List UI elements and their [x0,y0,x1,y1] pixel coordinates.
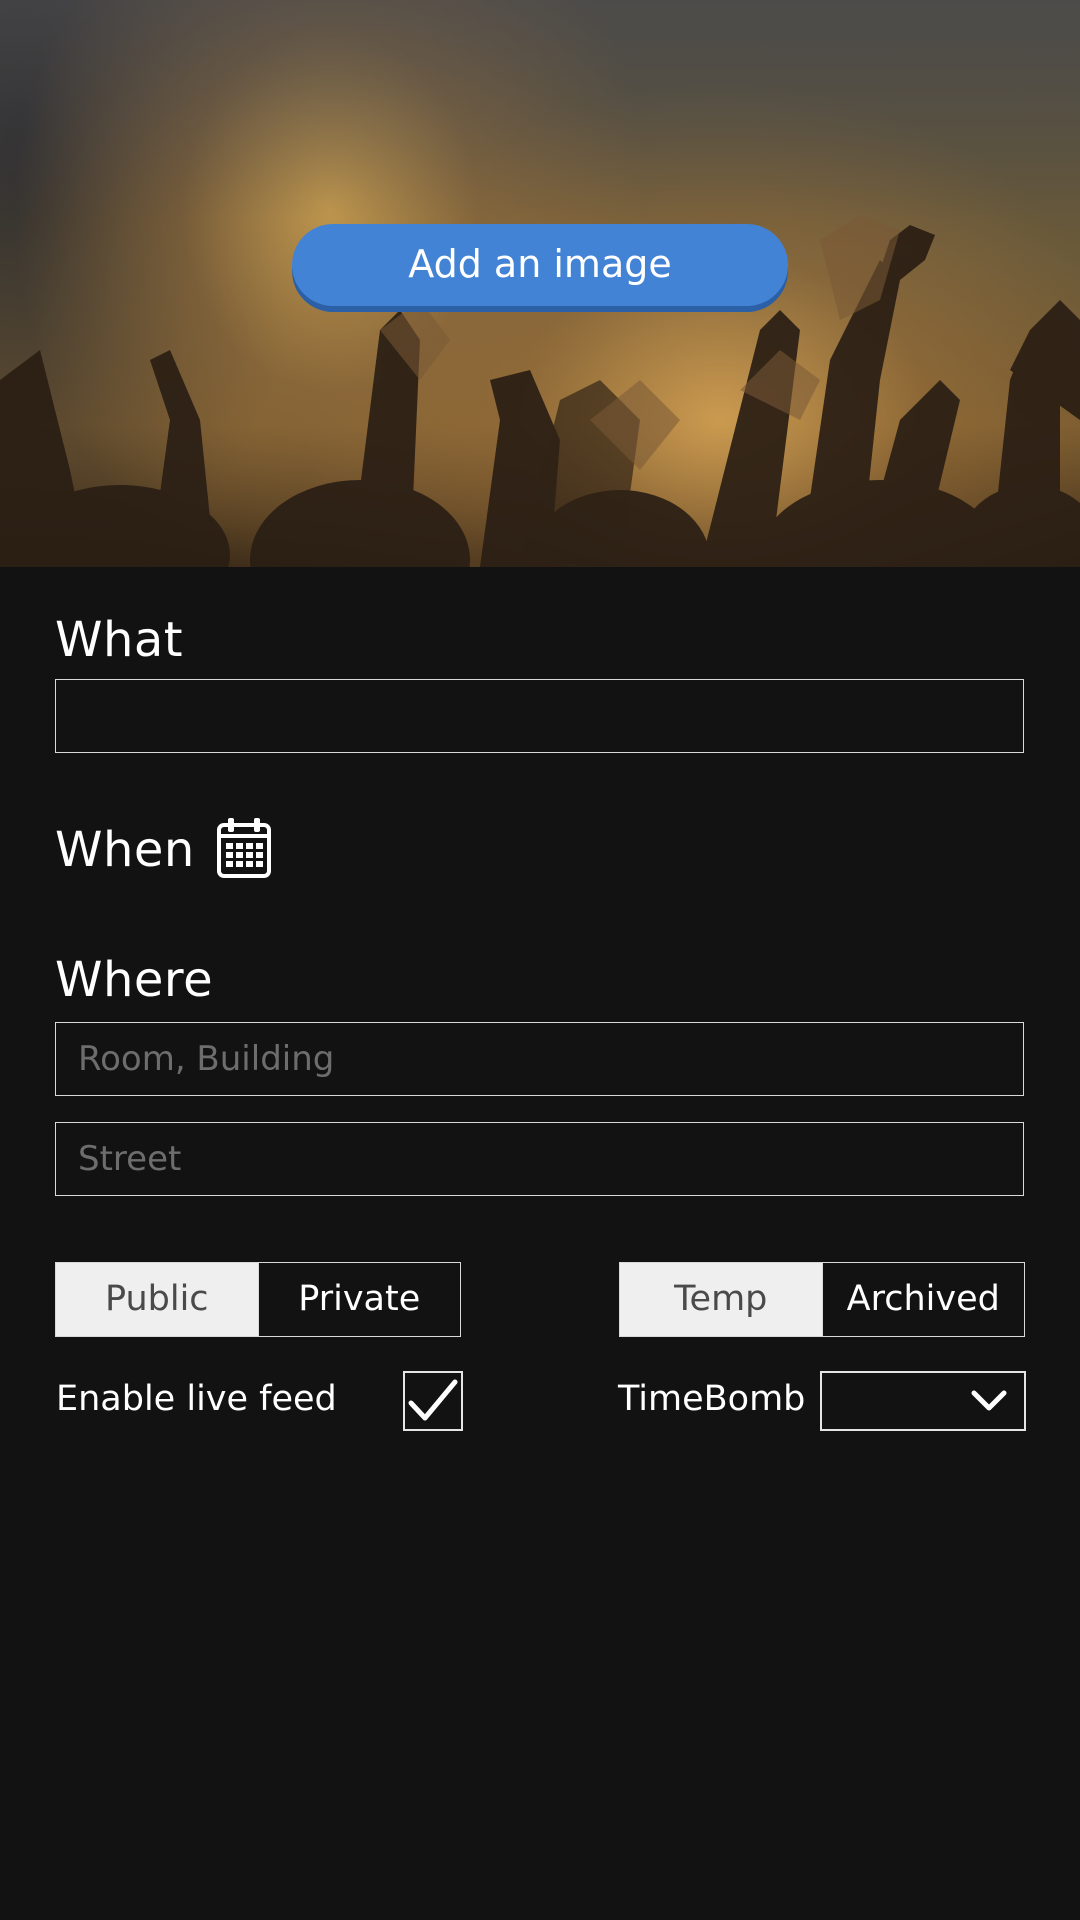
screen: Add an image What When Where Public [0,0,1080,1920]
visibility-toggle: Public Private [55,1262,461,1337]
timebomb-select[interactable] [820,1371,1026,1431]
street-input[interactable] [55,1122,1024,1196]
live-feed-label: Enable live feed [56,1379,337,1419]
checkmark-icon [408,1379,458,1421]
temp-option[interactable]: Temp [620,1263,822,1336]
chevron-down-icon [971,1390,1007,1411]
what-label: What [55,612,184,668]
where-label: Where [55,952,214,1008]
private-option[interactable]: Private [257,1263,460,1336]
add-image-button[interactable]: Add an image [292,224,788,306]
calendar-icon[interactable] [216,816,272,880]
lifetime-toggle: Temp Archived [619,1262,1025,1337]
when-label: When [55,822,195,878]
live-feed-checkbox[interactable] [403,1371,463,1431]
room-building-input[interactable] [55,1022,1024,1096]
archived-option[interactable]: Archived [821,1263,1024,1336]
hero-image: Add an image [0,0,1080,567]
what-input[interactable] [55,679,1024,753]
public-option[interactable]: Public [56,1263,258,1336]
timebomb-label: TimeBomb [618,1379,806,1419]
